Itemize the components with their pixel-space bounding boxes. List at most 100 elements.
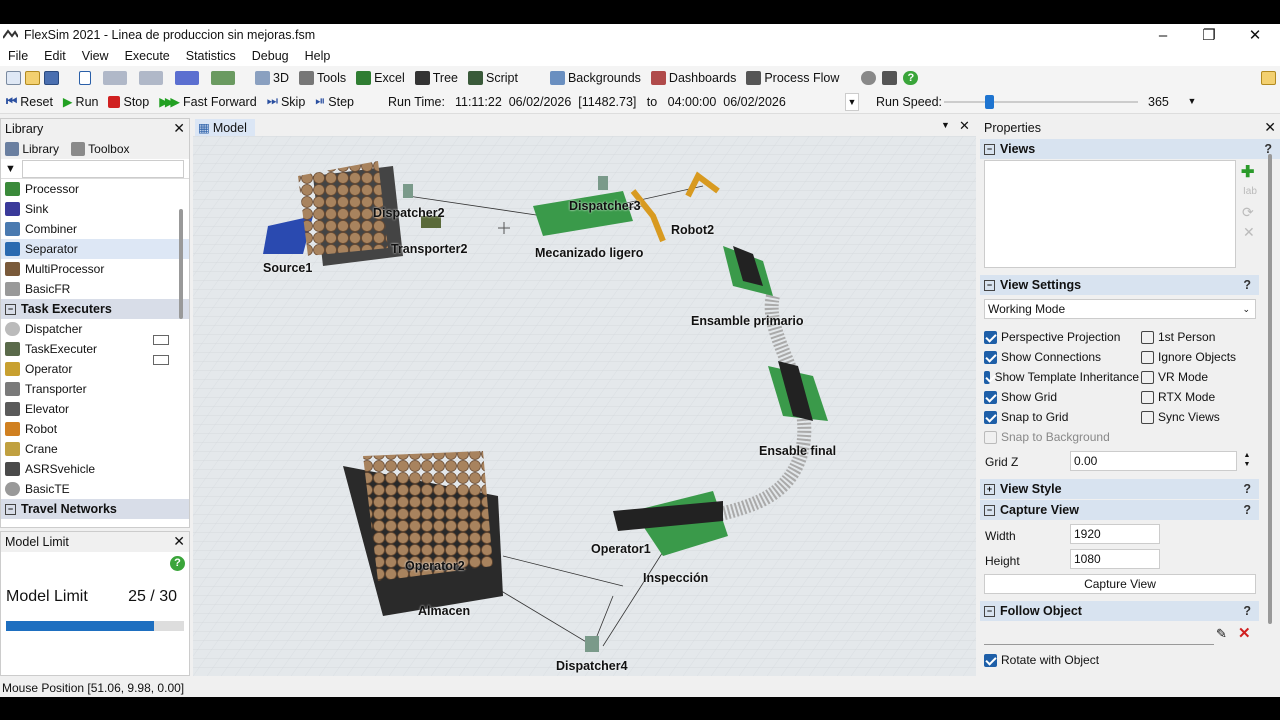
library-item-transporter[interactable]: Transporter	[1, 379, 189, 399]
save-icon[interactable]	[44, 71, 59, 85]
script-button[interactable]: Script	[468, 71, 518, 85]
section-capture-view[interactable]: − Capture View?	[980, 500, 1259, 520]
close-model-limit-icon[interactable]: ✕	[173, 533, 185, 550]
tree-button[interactable]: Tree	[414, 71, 458, 85]
library-item-separator[interactable]: Separator	[1, 239, 189, 259]
library-item-basicte[interactable]: BasicTE	[1, 479, 189, 499]
perspective-checkbox[interactable]: Perspective Projection	[984, 330, 1120, 344]
section-view-settings[interactable]: − View Settings?	[980, 275, 1259, 295]
excel-button[interactable]: Excel	[356, 71, 405, 85]
new-file-icon[interactable]	[6, 71, 21, 85]
views-list[interactable]	[984, 160, 1236, 268]
group-task-executers[interactable]: − Task Executers	[1, 299, 189, 319]
close-library-icon[interactable]: ✕	[173, 120, 185, 137]
rename-view-icon[interactable]: Iab	[1243, 186, 1257, 197]
help-icon[interactable]: ?	[1243, 503, 1251, 517]
tab-toolbox[interactable]: Toolbox	[71, 142, 130, 157]
library-item-robot[interactable]: Robot	[1, 419, 189, 439]
run-speed-dropdown[interactable]: ▼	[1185, 93, 1199, 111]
properties-scrollbar[interactable]	[1268, 154, 1272, 624]
model-view[interactable]: ▦ Model ▼ ✕ Source1 Dispatcher2 Transpor…	[193, 118, 976, 676]
help-icon[interactable]: ?	[1243, 482, 1251, 496]
library-item-asrsvehicle[interactable]: ASRSvehicle	[1, 459, 189, 479]
edit-mode-icon[interactable]	[139, 71, 163, 85]
rotate-with-object-checkbox[interactable]: Rotate with Object	[984, 653, 1099, 667]
library-item-combiner[interactable]: Combiner	[1, 219, 189, 239]
menu-edit[interactable]: Edit	[36, 49, 74, 63]
close-model-icon[interactable]: ✕	[959, 118, 970, 134]
library-item-multiprocessor[interactable]: MultiProcessor	[1, 259, 189, 279]
tab-menu-icon[interactable]: ▼	[941, 120, 950, 130]
library-item-elevator[interactable]: Elevator	[1, 399, 189, 419]
skip-button[interactable]: ⏭ Skip	[267, 94, 306, 109]
vr-mode-checkbox[interactable]: VR Mode	[1141, 370, 1208, 384]
library-item-processor[interactable]: Processor	[1, 179, 189, 199]
gear-icon[interactable]	[861, 71, 877, 85]
3d-button[interactable]: 3D	[255, 71, 289, 85]
library-item-crane[interactable]: Crane	[1, 439, 189, 459]
tools-button[interactable]: Tools	[298, 71, 346, 85]
stop-time-dropdown[interactable]: ▼	[845, 93, 859, 111]
menu-execute[interactable]: Execute	[117, 49, 178, 63]
snap-to-background-checkbox[interactable]: Snap to Background	[984, 430, 1110, 444]
menu-debug[interactable]: Debug	[244, 49, 297, 63]
grid-z-spinner[interactable]: ▲ ▼	[1239, 451, 1255, 471]
tree-layout-icon[interactable]	[882, 71, 898, 85]
tab-model[interactable]: ▦ Model	[195, 119, 255, 136]
menu-file[interactable]: File	[0, 49, 36, 63]
menu-help[interactable]: Help	[297, 49, 339, 63]
tab-library[interactable]: Library	[5, 142, 59, 157]
help-icon[interactable]: ?	[1243, 278, 1251, 292]
reset-button[interactable]: ⏮ Reset	[6, 94, 53, 109]
group-travel-networks[interactable]: − Travel Networks	[1, 499, 189, 519]
section-view-style[interactable]: + View Style?	[980, 479, 1259, 499]
capture-view-button[interactable]: Capture View	[984, 574, 1256, 594]
help-icon[interactable]: ?	[1243, 604, 1251, 618]
shape-mode-icon[interactable]	[175, 71, 199, 85]
library-scrollbar[interactable]	[179, 209, 183, 319]
library-item-sink[interactable]: Sink	[1, 199, 189, 219]
fast-forward-button[interactable]: ▶▶▶ Fast Forward	[159, 94, 256, 110]
folder-icon[interactable]	[1261, 71, 1276, 85]
width-input[interactable]: 1920	[1070, 524, 1160, 544]
run-speed-thumb[interactable]	[985, 95, 994, 109]
run-speed-slider[interactable]	[944, 101, 1138, 103]
refresh-view-icon[interactable]: ⟳	[1242, 204, 1254, 221]
backgrounds-button[interactable]: Backgrounds	[549, 71, 641, 85]
grid-z-input[interactable]: 0.00	[1070, 451, 1237, 471]
show-connections-checkbox[interactable]: Show Connections	[984, 350, 1101, 364]
library-filter-input[interactable]	[21, 159, 184, 178]
ignore-objects-checkbox[interactable]: Ignore Objects	[1141, 350, 1236, 364]
close-properties-icon[interactable]: ✕	[1264, 119, 1276, 136]
select-mode-icon[interactable]	[79, 71, 91, 85]
delete-view-icon[interactable]: ✕	[1243, 224, 1255, 241]
show-grid-checkbox[interactable]: Show Grid	[984, 390, 1057, 404]
add-view-icon[interactable]: ✚	[1241, 162, 1254, 182]
dashboards-button[interactable]: Dashboards	[650, 71, 736, 85]
process-flow-button[interactable]: Process Flow	[746, 71, 839, 85]
menu-view[interactable]: View	[74, 49, 117, 63]
sync-views-checkbox[interactable]: Sync Views	[1141, 410, 1220, 424]
library-item-basicfr[interactable]: BasicFR	[1, 279, 189, 299]
snap-to-grid-checkbox[interactable]: Snap to Grid	[984, 410, 1068, 424]
clear-icon[interactable]: ✕	[1238, 624, 1251, 642]
section-follow-object[interactable]: − Follow Object?	[980, 601, 1259, 621]
menu-statistics[interactable]: Statistics	[178, 49, 244, 63]
minimize-button[interactable]: –	[1140, 24, 1186, 46]
group-mode-icon[interactable]	[211, 71, 235, 85]
step-button[interactable]: ⏯ Step	[315, 94, 354, 109]
follow-object-input[interactable]	[984, 625, 1214, 645]
height-input[interactable]: 1080	[1070, 549, 1160, 569]
eyedropper-icon[interactable]: ✎	[1216, 626, 1227, 642]
stop-button[interactable]: Stop	[108, 95, 149, 109]
run-button[interactable]: ▶ Run	[63, 94, 99, 110]
working-mode-select[interactable]: Working Mode ⌄	[984, 299, 1256, 319]
open-file-icon[interactable]	[25, 71, 40, 85]
help-icon[interactable]: ?	[903, 71, 919, 85]
show-template-checkbox[interactable]: Show Template Inheritance	[984, 370, 1139, 384]
first-person-checkbox[interactable]: 1st Person	[1141, 330, 1215, 344]
help-icon[interactable]: ?	[170, 556, 185, 571]
section-views[interactable]: − Views?	[980, 139, 1280, 159]
restore-button[interactable]: ❐	[1186, 24, 1232, 46]
connect-mode-icon[interactable]	[103, 71, 127, 85]
